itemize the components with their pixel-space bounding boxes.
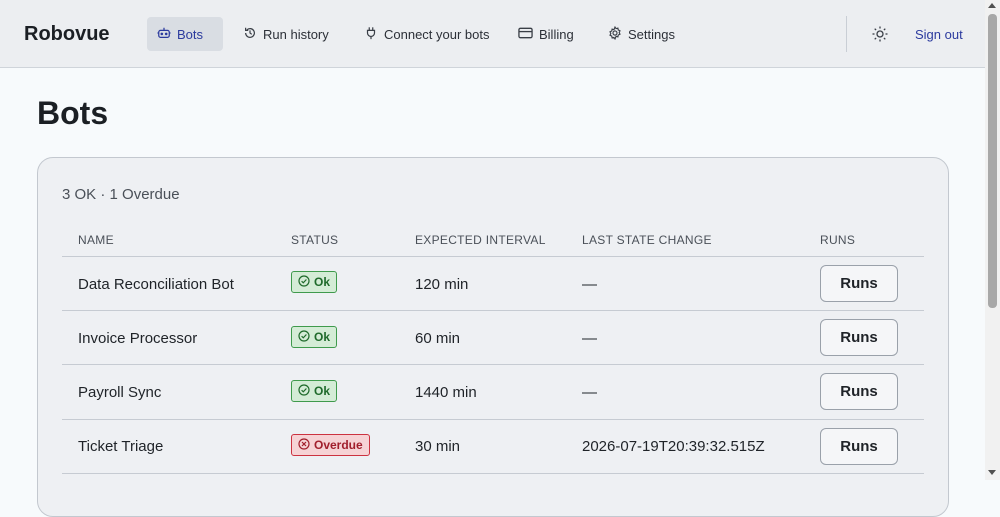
scroll-up-arrow-icon[interactable] (988, 3, 996, 8)
table-row-divider (62, 364, 924, 365)
column-header-status: STATUS (291, 233, 339, 247)
status-badge: Ok (291, 271, 338, 293)
runs-button[interactable]: Runs (820, 428, 898, 465)
brand-logo[interactable]: Robovue (24, 23, 110, 46)
theme-toggle-button[interactable] (871, 25, 889, 43)
status-badge: Ok (291, 326, 338, 348)
x-circle-icon (298, 437, 314, 453)
check-circle-icon (298, 383, 314, 399)
status-summary: 3 OK · 1 Overdue (62, 186, 180, 203)
runs-button[interactable]: Runs (820, 373, 898, 410)
page-title: Bots (37, 95, 109, 131)
expected-interval: 60 min (415, 330, 461, 347)
last-state-change: — (582, 384, 597, 401)
history-icon (243, 26, 263, 43)
sun-icon (871, 26, 889, 47)
check-circle-icon (298, 329, 314, 345)
status-label: Ok (314, 330, 331, 344)
nav-item-label: Run history (263, 26, 329, 42)
status-label: Ok (314, 275, 331, 289)
status-label: Ok (314, 384, 331, 398)
column-header-runs: RUNS (820, 233, 856, 247)
nav-item-bots[interactable]: Bots (147, 17, 223, 51)
last-state-change: — (582, 330, 597, 347)
table-row-divider (62, 473, 924, 474)
bot-name: Invoice Processor (78, 330, 198, 347)
nav-divider (846, 16, 847, 52)
check-circle-icon (298, 274, 314, 290)
plug-icon (364, 26, 384, 43)
scrollbar-thumb[interactable] (988, 14, 997, 308)
nav-item-settings[interactable]: Settings (598, 17, 685, 51)
bot-name: Ticket Triage (78, 438, 164, 455)
nav-item-label: Bots (177, 26, 204, 42)
page-scrollbar[interactable] (985, 0, 1000, 480)
scroll-down-arrow-icon[interactable] (988, 470, 996, 475)
nav-item-billing[interactable]: Billing (508, 17, 584, 51)
gear-icon (608, 25, 628, 43)
bot-name: Payroll Sync (78, 384, 162, 401)
table-divider (62, 256, 924, 257)
expected-interval: 1440 min (415, 384, 477, 401)
credit-card-icon (518, 26, 539, 43)
status-badge: Overdue (291, 434, 370, 456)
nav-item-label: Connect your bots (384, 26, 490, 42)
nav-item-run-history[interactable]: Run history (233, 17, 339, 51)
column-header-last-state-change: LAST STATE CHANGE (582, 233, 712, 247)
nav-item-label: Settings (628, 26, 675, 42)
last-state-change: — (582, 276, 597, 293)
expected-interval: 30 min (415, 438, 461, 455)
last-state-change: 2026-07-19T20:39:32.515Z (582, 438, 765, 455)
bot-name: Data Reconciliation Bot (78, 276, 234, 293)
runs-button[interactable]: Runs (820, 319, 898, 356)
table-row-divider (62, 419, 924, 420)
status-badge: Ok (291, 380, 338, 402)
nav-item-label: Billing (539, 26, 574, 42)
top-nav-bar: Robovue Bots Run history Connect your bo… (0, 0, 985, 68)
sign-out-link[interactable]: Sign out (915, 27, 963, 42)
column-header-expected-interval: EXPECTED INTERVAL (415, 233, 546, 247)
nav-item-connect-your-bots[interactable]: Connect your bots (354, 17, 500, 51)
column-header-name: NAME (78, 233, 114, 247)
robot-icon (157, 26, 177, 43)
runs-button[interactable]: Runs (820, 265, 898, 302)
table-row-divider (62, 310, 924, 311)
status-label: Overdue (314, 438, 363, 452)
expected-interval: 120 min (415, 276, 469, 293)
